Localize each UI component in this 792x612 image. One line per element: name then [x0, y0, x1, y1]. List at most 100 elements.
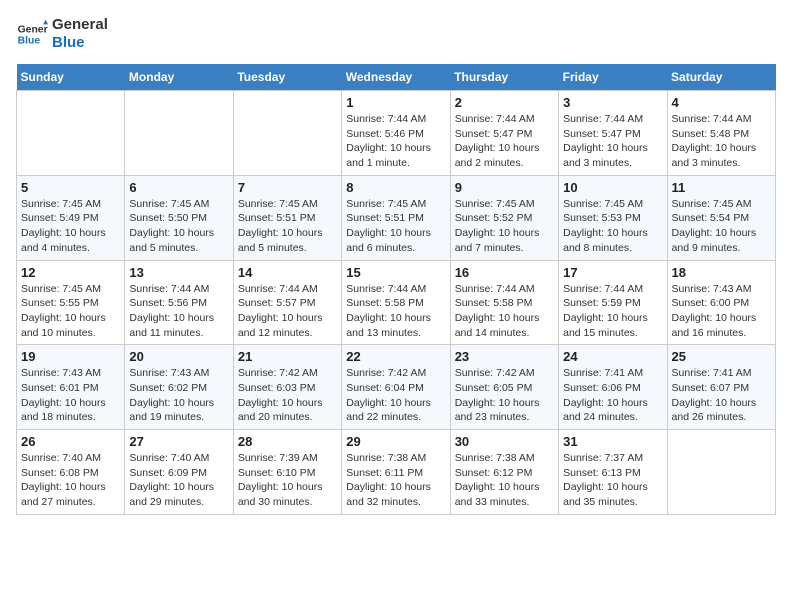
day-number: 1 — [346, 95, 445, 110]
calendar-table: SundayMondayTuesdayWednesdayThursdayFrid… — [16, 64, 776, 515]
calendar-cell: 16 Sunrise: 7:44 AM Sunset: 5:58 PM Dayli… — [450, 260, 558, 345]
day-info: Sunrise: 7:44 AM Sunset: 5:56 PM Dayligh… — [129, 282, 228, 341]
calendar-cell: 6Sunrise: 7:45 AM Sunset: 5:50 PM Daylig… — [125, 175, 233, 260]
day-info: Sunrise: 7:45 AM Sunset: 5:55 PM Dayligh… — [21, 282, 120, 341]
calendar-cell: 3 Sunrise: 7:44 AM Sunset: 5:47 PM Daylig… — [559, 91, 667, 176]
day-info: Sunrise: 7:40 AM Sunset: 6:08 PM Dayligh… — [21, 451, 120, 510]
day-info: Sunrise: 7:45 AM Sunset: 5:49 PM Dayligh… — [21, 197, 120, 256]
day-info: Sunrise: 7:45 AM Sunset: 5:52 PM Dayligh… — [455, 197, 554, 256]
logo-blue: Blue — [52, 34, 108, 52]
day-number: 20 — [129, 349, 228, 364]
day-info: Sunrise: 7:44 AM Sunset: 5:58 PM Dayligh… — [455, 282, 554, 341]
day-info: Sunrise: 7:45 AM Sunset: 5:51 PM Dayligh… — [238, 197, 337, 256]
calendar-cell: 10 Sunrise: 7:45 AM Sunset: 5:53 PM Dayli… — [559, 175, 667, 260]
day-number: 30 — [455, 434, 554, 449]
calendar-cell: 8 Sunrise: 7:45 AM Sunset: 5:51 PM Daylig… — [342, 175, 450, 260]
calendar-cell: 20 Sunrise: 7:43 AM Sunset: 6:02 PM Dayli… — [125, 345, 233, 430]
calendar-cell: 19 Sunrise: 7:43 AM Sunset: 6:01 PM Dayli… — [17, 345, 125, 430]
day-info: Sunrise: 7:44 AM Sunset: 5:47 PM Dayligh… — [455, 112, 554, 171]
calendar-cell: 22Sunrise: 7:42 AM Sunset: 6:04 PM Dayli… — [342, 345, 450, 430]
calendar-cell: 17 Sunrise: 7:44 AM Sunset: 5:59 PM Dayli… — [559, 260, 667, 345]
svg-text:General: General — [18, 24, 48, 35]
calendar-cell: 31 Sunrise: 7:37 AM Sunset: 6:13 PM Dayli… — [559, 430, 667, 515]
day-number: 5 — [21, 180, 120, 195]
calendar-cell: 24Sunrise: 7:41 AM Sunset: 6:06 PM Dayli… — [559, 345, 667, 430]
calendar-week-4: 19 Sunrise: 7:43 AM Sunset: 6:01 PM Dayli… — [17, 345, 776, 430]
day-number: 15 — [346, 265, 445, 280]
day-number: 19 — [21, 349, 120, 364]
day-number: 22 — [346, 349, 445, 364]
page-header: General Blue General Blue — [16, 16, 776, 52]
day-info: Sunrise: 7:43 AM Sunset: 6:00 PM Dayligh… — [672, 282, 771, 341]
day-number: 31 — [563, 434, 662, 449]
day-info: Sunrise: 7:41 AM Sunset: 6:06 PM Dayligh… — [563, 366, 662, 425]
day-info: Sunrise: 7:45 AM Sunset: 5:53 PM Dayligh… — [563, 197, 662, 256]
calendar-cell: 1 Sunrise: 7:44 AM Sunset: 5:46 PM Daylig… — [342, 91, 450, 176]
day-number: 28 — [238, 434, 337, 449]
calendar-week-1: 1 Sunrise: 7:44 AM Sunset: 5:46 PM Daylig… — [17, 91, 776, 176]
calendar-cell: 9 Sunrise: 7:45 AM Sunset: 5:52 PM Daylig… — [450, 175, 558, 260]
day-info: Sunrise: 7:45 AM Sunset: 5:54 PM Dayligh… — [672, 197, 771, 256]
day-info: Sunrise: 7:44 AM Sunset: 5:57 PM Dayligh… — [238, 282, 337, 341]
calendar-cell: 21Sunrise: 7:42 AM Sunset: 6:03 PM Dayli… — [233, 345, 341, 430]
day-number: 14 — [238, 265, 337, 280]
day-number: 25 — [672, 349, 771, 364]
day-number: 18 — [672, 265, 771, 280]
calendar-cell: 13 Sunrise: 7:44 AM Sunset: 5:56 PM Dayli… — [125, 260, 233, 345]
calendar-week-2: 5 Sunrise: 7:45 AM Sunset: 5:49 PM Daylig… — [17, 175, 776, 260]
day-number: 29 — [346, 434, 445, 449]
day-number: 6 — [129, 180, 228, 195]
day-info: Sunrise: 7:44 AM Sunset: 5:59 PM Dayligh… — [563, 282, 662, 341]
day-info: Sunrise: 7:38 AM Sunset: 6:12 PM Dayligh… — [455, 451, 554, 510]
svg-text:Blue: Blue — [18, 36, 41, 47]
calendar-week-5: 26 Sunrise: 7:40 AM Sunset: 6:08 PM Dayli… — [17, 430, 776, 515]
calendar-cell: 27Sunrise: 7:40 AM Sunset: 6:09 PM Dayli… — [125, 430, 233, 515]
day-number: 10 — [563, 180, 662, 195]
day-number: 12 — [21, 265, 120, 280]
logo: General Blue General Blue — [16, 16, 108, 52]
logo-general: General — [52, 16, 108, 34]
day-number: 26 — [21, 434, 120, 449]
calendar-cell: 29 Sunrise: 7:38 AM Sunset: 6:11 PM Dayli… — [342, 430, 450, 515]
calendar-cell: 5 Sunrise: 7:45 AM Sunset: 5:49 PM Daylig… — [17, 175, 125, 260]
weekday-header-saturday: Saturday — [667, 64, 775, 91]
day-number: 17 — [563, 265, 662, 280]
day-number: 9 — [455, 180, 554, 195]
calendar-cell: 2 Sunrise: 7:44 AM Sunset: 5:47 PM Daylig… — [450, 91, 558, 176]
calendar-cell: 7Sunrise: 7:45 AM Sunset: 5:51 PM Daylig… — [233, 175, 341, 260]
day-number: 16 — [455, 265, 554, 280]
weekday-header-friday: Friday — [559, 64, 667, 91]
calendar-cell: 15 Sunrise: 7:44 AM Sunset: 5:58 PM Dayli… — [342, 260, 450, 345]
calendar-cell — [667, 430, 775, 515]
day-number: 8 — [346, 180, 445, 195]
calendar-cell: 12 Sunrise: 7:45 AM Sunset: 5:55 PM Dayli… — [17, 260, 125, 345]
day-number: 2 — [455, 95, 554, 110]
day-info: Sunrise: 7:44 AM Sunset: 5:47 PM Dayligh… — [563, 112, 662, 171]
day-info: Sunrise: 7:37 AM Sunset: 6:13 PM Dayligh… — [563, 451, 662, 510]
day-info: Sunrise: 7:38 AM Sunset: 6:11 PM Dayligh… — [346, 451, 445, 510]
day-number: 3 — [563, 95, 662, 110]
day-number: 27 — [129, 434, 228, 449]
calendar-cell: 25Sunrise: 7:41 AM Sunset: 6:07 PM Dayli… — [667, 345, 775, 430]
calendar-cell — [125, 91, 233, 176]
day-info: Sunrise: 7:44 AM Sunset: 5:46 PM Dayligh… — [346, 112, 445, 171]
day-number: 21 — [238, 349, 337, 364]
day-number: 11 — [672, 180, 771, 195]
day-info: Sunrise: 7:44 AM Sunset: 5:58 PM Dayligh… — [346, 282, 445, 341]
calendar-cell — [17, 91, 125, 176]
day-info: Sunrise: 7:43 AM Sunset: 6:02 PM Dayligh… — [129, 366, 228, 425]
day-info: Sunrise: 7:45 AM Sunset: 5:51 PM Dayligh… — [346, 197, 445, 256]
weekday-header-wednesday: Wednesday — [342, 64, 450, 91]
day-info: Sunrise: 7:44 AM Sunset: 5:48 PM Dayligh… — [672, 112, 771, 171]
day-info: Sunrise: 7:42 AM Sunset: 6:05 PM Dayligh… — [455, 366, 554, 425]
calendar-week-3: 12 Sunrise: 7:45 AM Sunset: 5:55 PM Dayli… — [17, 260, 776, 345]
day-info: Sunrise: 7:43 AM Sunset: 6:01 PM Dayligh… — [21, 366, 120, 425]
calendar-header: SundayMondayTuesdayWednesdayThursdayFrid… — [17, 64, 776, 91]
day-number: 4 — [672, 95, 771, 110]
calendar-cell: 4 Sunrise: 7:44 AM Sunset: 5:48 PM Daylig… — [667, 91, 775, 176]
calendar-cell: 23Sunrise: 7:42 AM Sunset: 6:05 PM Dayli… — [450, 345, 558, 430]
calendar-cell: 28Sunrise: 7:39 AM Sunset: 6:10 PM Dayli… — [233, 430, 341, 515]
calendar-cell: 18 Sunrise: 7:43 AM Sunset: 6:00 PM Dayli… — [667, 260, 775, 345]
weekday-header-sunday: Sunday — [17, 64, 125, 91]
day-number: 13 — [129, 265, 228, 280]
